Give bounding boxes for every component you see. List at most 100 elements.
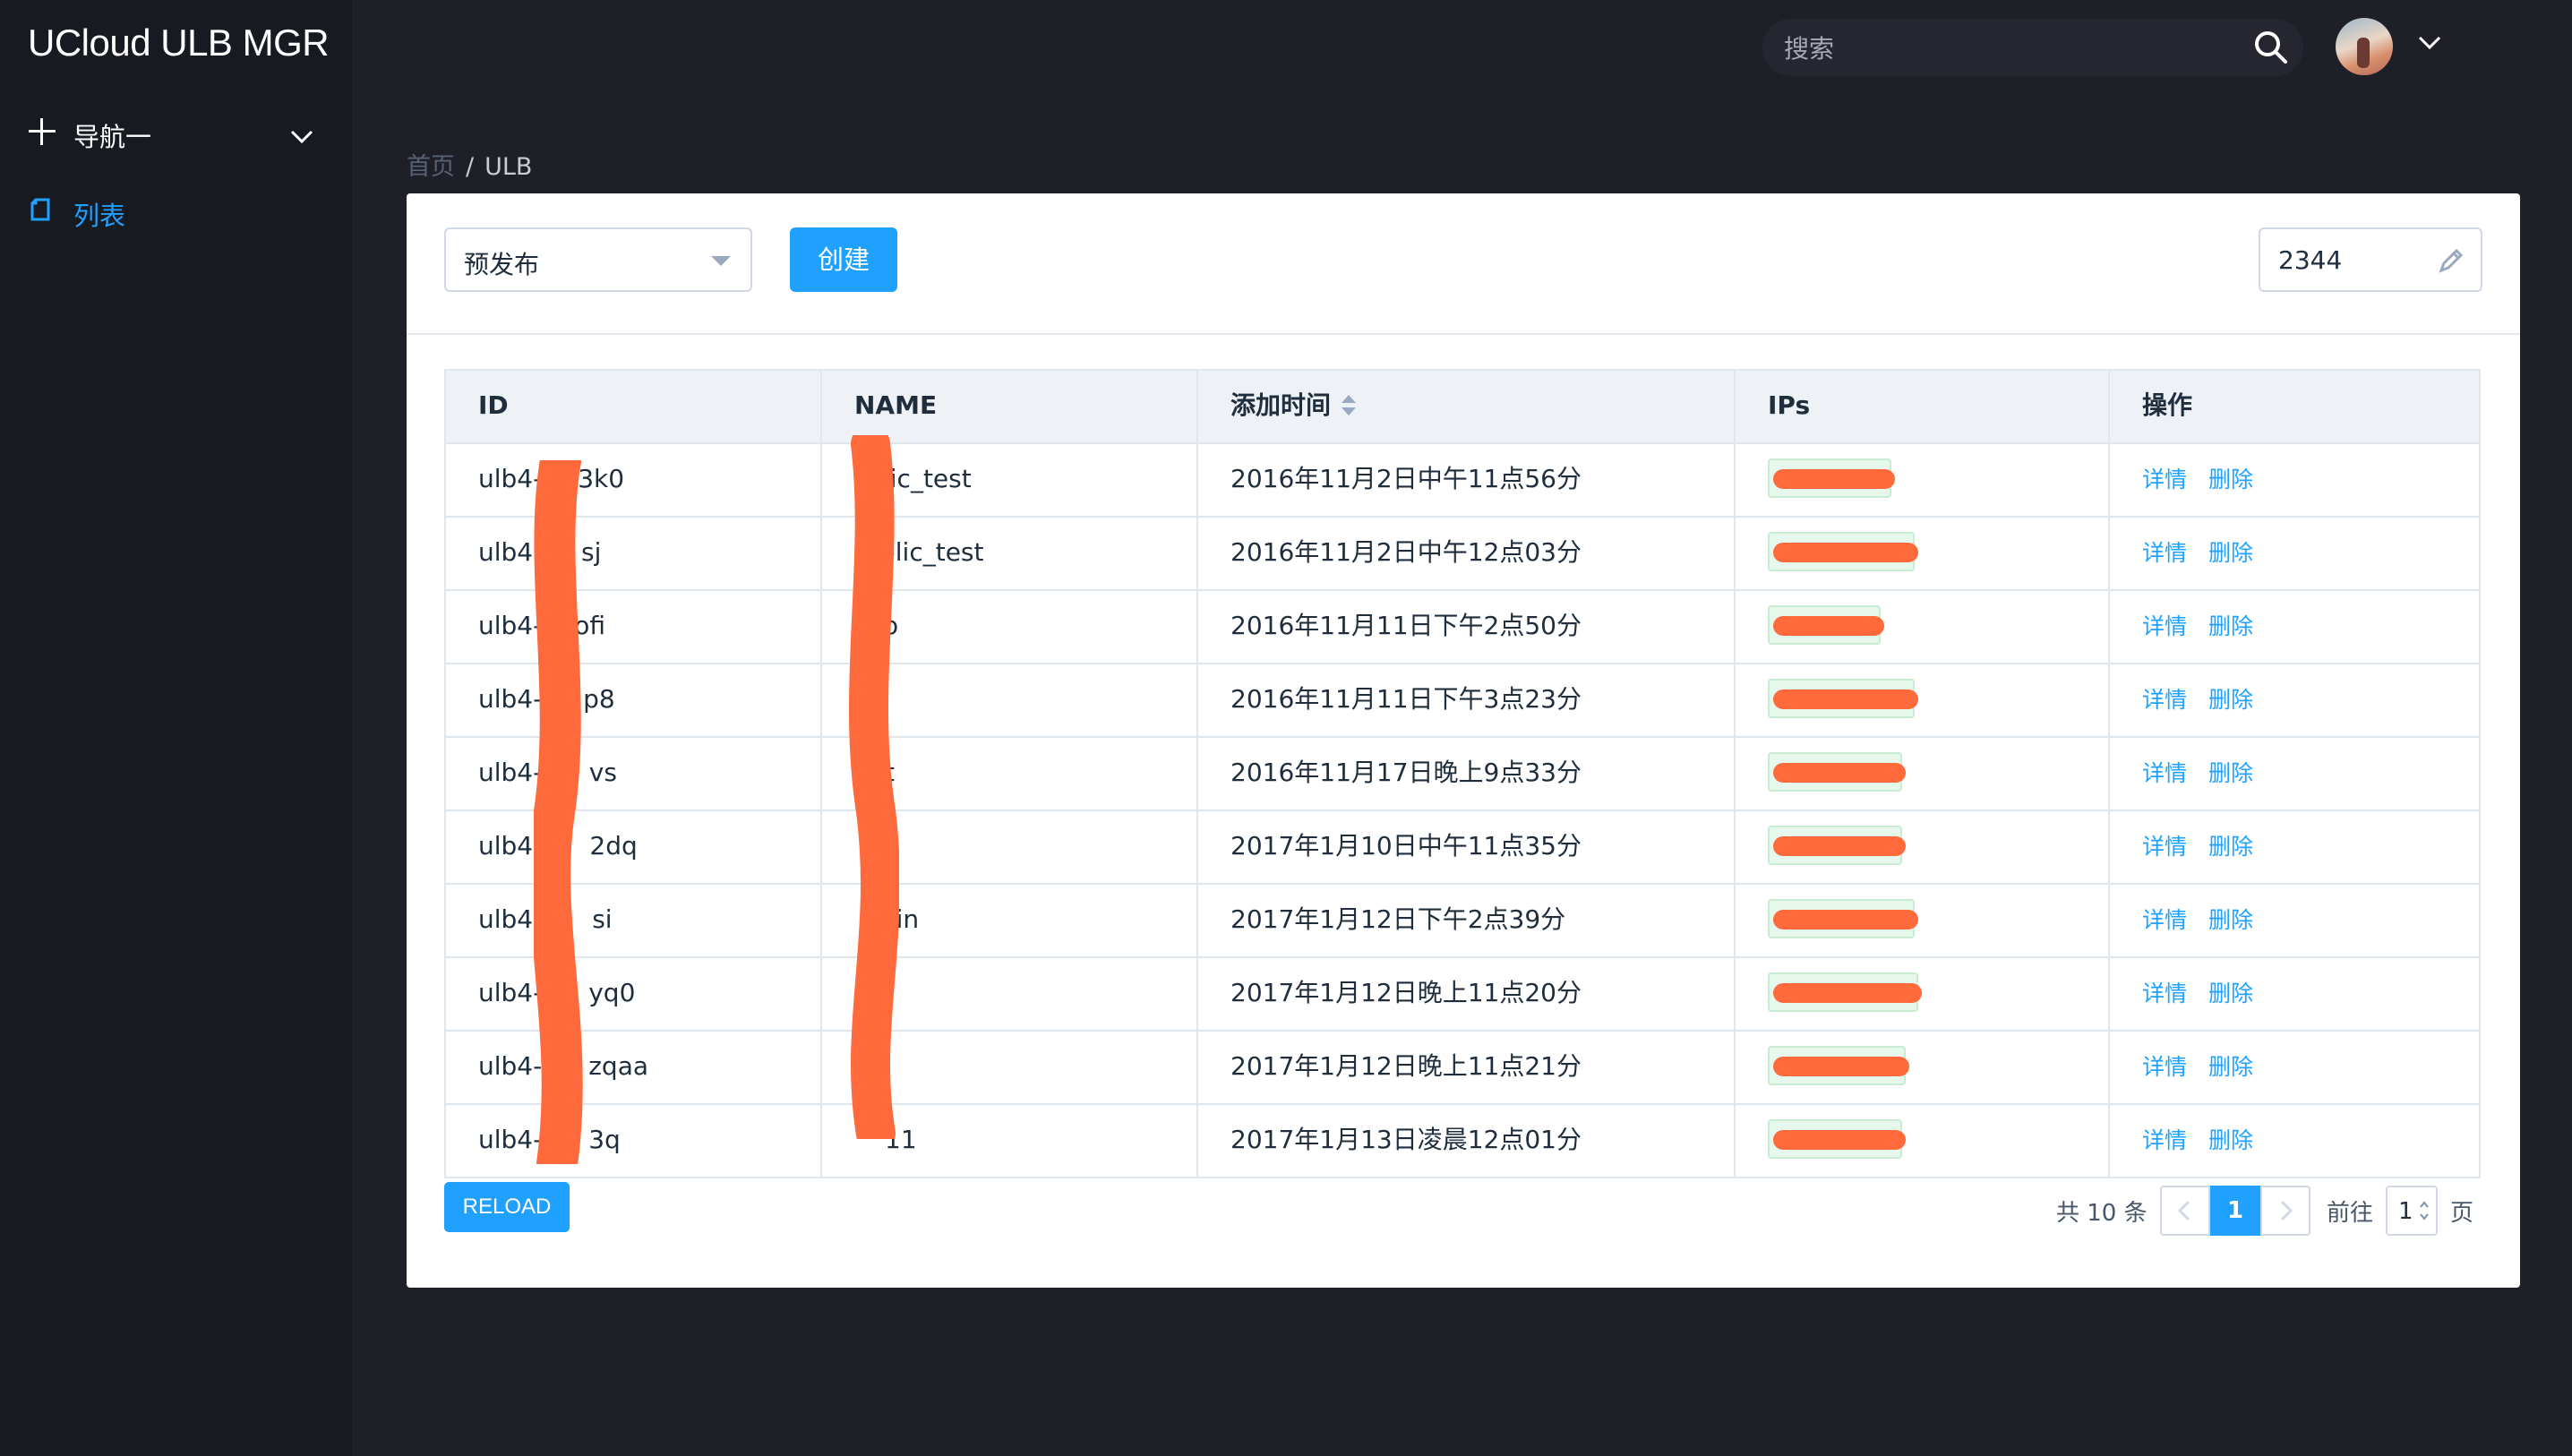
detail-link[interactable]: 详情 (2142, 981, 2187, 1006)
sidebar: UCloud ULB MGR 导航一 列表 (0, 0, 352, 1456)
delete-link[interactable]: 删除 (2208, 834, 2253, 860)
table-row: ulb4-ofi o 2016年11月11日下午2点50分 详情删除 (446, 591, 2479, 664)
detail-link[interactable]: 详情 (2142, 760, 2187, 786)
reload-button[interactable]: RELOAD (444, 1182, 570, 1232)
cell-ips (1736, 1032, 2110, 1103)
detail-link[interactable]: 详情 (2142, 1127, 2187, 1153)
table-row: ulb4-yq0 2017年1月12日晚上11点20分 详情删除 (446, 958, 2479, 1032)
ip-tag-redacted (1768, 1046, 1906, 1085)
pencil-icon[interactable] (2436, 245, 2466, 279)
cell-id-tail: sj (581, 537, 601, 567)
delete-link[interactable]: 删除 (2208, 907, 2253, 933)
chevron-right-icon (2262, 1187, 2309, 1234)
table-row: ulb4-si vin 2017年1月12日下午2点39分 详情删除 (446, 885, 2479, 958)
pagination-prev-button[interactable] (2160, 1186, 2210, 1236)
sidebar-group-label: 导航一 (73, 116, 151, 154)
redaction-mark (1773, 616, 1884, 636)
cell-time: 2017年1月12日下午2点39分 (1198, 885, 1736, 956)
cell-actions: 详情删除 (2110, 958, 2481, 1030)
pagination-goto-label: 前往 (2327, 1195, 2373, 1228)
breadcrumb-home[interactable]: 首页 (407, 153, 455, 181)
cell-ips (1736, 958, 2110, 1030)
redaction-mark (1773, 469, 1895, 489)
sidebar-item-label: 列表 (73, 195, 125, 233)
delete-link[interactable]: 删除 (2208, 467, 2253, 492)
cell-id-head: ulb4- (478, 611, 542, 640)
table-row: ulb4-xvs t 2016年11月17日晚上9点33分 详情删除 (446, 738, 2479, 811)
column-header-ips: IPs (1736, 371, 2110, 442)
sort-icon[interactable] (1342, 395, 1356, 418)
pagination-jump-value: 1 (2398, 1198, 2413, 1225)
cell-time: 2016年11月11日下午3点23分 (1198, 664, 1736, 736)
delete-link[interactable]: 删除 (2208, 613, 2253, 639)
cell-id-head: ulb4- (478, 904, 542, 934)
pagination-page-current[interactable]: 1 (2210, 1186, 2260, 1236)
create-button[interactable]: 创建 (790, 227, 897, 292)
ip-tag-redacted (1768, 899, 1915, 938)
table-row: ulb4-3k0 lic_test 2016年11月2日中午11点56分 详情删… (446, 444, 2479, 518)
cell-ips (1736, 738, 2110, 809)
cell-id-head: ulb4- (478, 978, 542, 1007)
ip-tag-redacted (1768, 532, 1915, 571)
detail-link[interactable]: 详情 (2142, 467, 2187, 492)
delete-link[interactable]: 删除 (2208, 981, 2253, 1006)
cell-time: 2016年11月17日晚上9点33分 (1198, 738, 1736, 809)
cell-id-tail: p8 (583, 684, 615, 714)
table-row: ulb4-a2dq o 2017年1月10日中午11点35分 详情删除 (446, 811, 2479, 885)
column-header-name: NAME (822, 371, 1198, 442)
detail-link[interactable]: 详情 (2142, 907, 2187, 933)
cell-actions: 详情删除 (2110, 518, 2481, 589)
search-icon[interactable] (2253, 30, 2289, 69)
cell-time: 2017年1月13日凌晨12点01分 (1198, 1105, 1736, 1177)
cell-actions: 详情删除 (2110, 1032, 2481, 1103)
cell-ips (1736, 664, 2110, 736)
chevron-left-icon (2162, 1187, 2208, 1234)
sidebar-group-nav-1[interactable]: 导航一 (0, 107, 352, 165)
pagination-next-button[interactable] (2260, 1186, 2311, 1236)
delete-link[interactable]: 删除 (2208, 687, 2253, 713)
cell-actions: 详情删除 (2110, 738, 2481, 809)
cell-id: ulb4-fp8 (446, 664, 822, 736)
detail-link[interactable]: 详情 (2142, 834, 2187, 860)
sidebar-item-list[interactable]: 列表 (0, 186, 352, 244)
delete-link[interactable]: 删除 (2208, 1054, 2253, 1080)
delete-link[interactable]: 删除 (2208, 760, 2253, 786)
detail-link[interactable]: 详情 (2142, 1054, 2187, 1080)
redaction-mark (1773, 983, 1922, 1003)
pagination-jump-input[interactable]: 1 (2386, 1186, 2438, 1236)
number-input[interactable]: 2344 (2259, 227, 2482, 292)
cell-id: ulb4-3k0 (446, 444, 822, 516)
cell-ips (1736, 885, 2110, 956)
column-header-time[interactable]: 添加时间 (1198, 371, 1736, 442)
ip-tag-redacted (1768, 752, 1902, 792)
cell-ips (1736, 811, 2110, 883)
breadcrumb-separator: / (466, 153, 474, 181)
redaction-mark (1773, 910, 1918, 929)
table-header: ID NAME 添加时间 IPs 操作 (446, 371, 2479, 444)
stepper-icon[interactable] (2418, 1198, 2431, 1223)
search-input[interactable] (1782, 30, 2233, 67)
env-select[interactable]: 预发布 (444, 227, 752, 292)
delete-link[interactable]: 删除 (2208, 1127, 2253, 1153)
cell-id-tail: 3q (588, 1125, 621, 1154)
ip-tag-redacted (1768, 826, 1902, 865)
env-select-value: 预发布 (464, 245, 539, 281)
delete-link[interactable]: 删除 (2208, 540, 2253, 566)
table-row: ulb4-jsj blic_test 2016年11月2日中午12点03分 详情… (446, 518, 2479, 591)
ulb-table: ID NAME 添加时间 IPs 操作 ulb4-3k0 lic_test 20… (444, 369, 2481, 1178)
avatar[interactable] (2336, 18, 2393, 75)
cell-actions: 详情删除 (2110, 811, 2481, 883)
cell-id: ulb4-zqaa (446, 1032, 822, 1103)
column-header-time-label: 添加时间 (1230, 390, 1331, 420)
app-title: UCloud ULB MGR (28, 21, 329, 64)
cell-time: 2016年11月11日下午2点50分 (1198, 591, 1736, 663)
cell-actions: 详情删除 (2110, 1105, 2481, 1177)
redaction-mark (1773, 689, 1918, 709)
redaction-mark (1773, 836, 1906, 856)
chevron-down-icon[interactable] (2418, 36, 2441, 54)
column-header-id: ID (446, 371, 822, 442)
detail-link[interactable]: 详情 (2142, 613, 2187, 639)
detail-link[interactable]: 详情 (2142, 540, 2187, 566)
detail-link[interactable]: 详情 (2142, 687, 2187, 713)
redaction-mark (849, 435, 899, 1139)
